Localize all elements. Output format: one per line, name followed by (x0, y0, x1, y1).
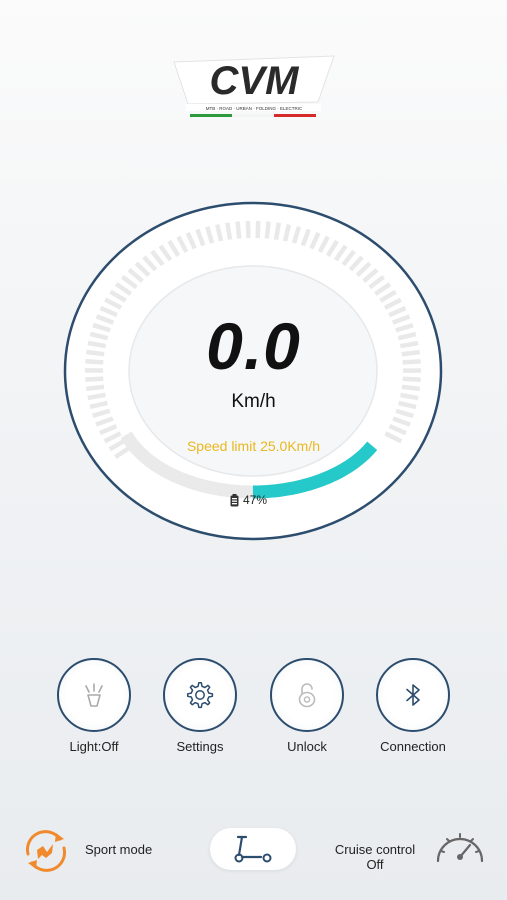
sport-mode-icon[interactable] (20, 826, 72, 876)
connection-button[interactable] (376, 658, 450, 732)
scooter-icon (234, 835, 272, 863)
unlock-icon (298, 683, 316, 708)
speed-tick (245, 220, 251, 239)
unlock-label: Unlock (287, 739, 327, 754)
connection-label: Connection (380, 739, 446, 754)
light-label: Light:Off (69, 739, 119, 754)
unlock-control[interactable]: Unlock (267, 658, 347, 754)
speed-limit-text: Speed limit 25.0Km/h (186, 438, 321, 454)
brand-logo: CVM MTB · ROAD · URBAN · FOLDING · ELECT… (168, 52, 338, 132)
bluetooth-icon (406, 684, 420, 706)
speed-tick (255, 220, 261, 239)
battery-icon (230, 493, 239, 506)
scooter-button[interactable] (210, 828, 296, 870)
battery-percent: 47% (243, 493, 268, 507)
logo-tagline: MTB · ROAD · URBAN · FOLDING · ELECTRIC (206, 106, 303, 111)
logo-text: CVM (210, 59, 301, 103)
battery-indicator: 47% (230, 493, 267, 507)
speed-tick (85, 384, 105, 392)
headlight-icon (85, 683, 103, 707)
settings-control[interactable]: Settings (160, 658, 240, 754)
speedometer-icon[interactable] (432, 827, 488, 869)
settings-label: Settings (176, 739, 224, 754)
speed-unit: Km/h (231, 391, 276, 412)
speed-tick (235, 221, 242, 239)
unlock-button[interactable] (270, 658, 344, 732)
sport-mode-label[interactable]: Sport mode (85, 842, 152, 857)
speed-tick (225, 222, 233, 240)
speed-tick (264, 221, 271, 239)
gear-icon (186, 681, 214, 709)
connection-control[interactable]: Connection (373, 658, 453, 754)
settings-button[interactable] (163, 658, 237, 732)
speed-value: 0.0 (206, 309, 301, 383)
speed-tick (401, 384, 421, 392)
cruise-control-title: Cruise control (334, 842, 416, 857)
speed-tick (273, 222, 281, 240)
cruise-control-state: Off (366, 857, 384, 872)
light-button[interactable] (57, 658, 131, 732)
cruise-control-label[interactable]: Cruise control Off (325, 842, 425, 872)
light-control[interactable]: Light:Off (54, 658, 134, 754)
